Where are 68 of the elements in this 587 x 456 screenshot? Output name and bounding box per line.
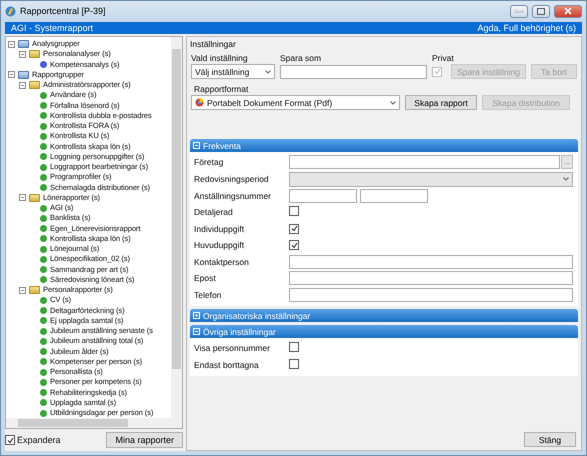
collapse-icon[interactable] (19, 82, 26, 89)
create-report-button[interactable]: Skapa rapport (405, 95, 477, 110)
minimize-button[interactable] (510, 4, 528, 18)
collapse-icon[interactable] (19, 50, 26, 58)
collapse-icon[interactable] (8, 71, 15, 78)
input-field[interactable] (289, 271, 573, 286)
save-as-field[interactable] (280, 64, 427, 78)
folder-icon (29, 81, 40, 90)
field-label: Endast borttagna (194, 360, 260, 370)
report-title: AGI - Systemrapport (11, 22, 94, 33)
field-label: Individuppgift (194, 224, 246, 234)
close-button[interactable] (554, 4, 582, 18)
field-label: Visa personnummer (194, 343, 271, 354)
caret-icon (390, 100, 396, 104)
field-label: Anställningsnummer (194, 190, 272, 201)
folder-icon (29, 50, 40, 58)
scrollbar[interactable] (171, 37, 182, 418)
field-label: Huvuduppgift (194, 240, 246, 250)
collapse-icon[interactable] (8, 40, 15, 48)
format-icon (195, 98, 204, 107)
caret-icon (265, 70, 271, 74)
checkbox[interactable] (5, 435, 15, 445)
folder-icon (29, 286, 40, 294)
scrollbar[interactable] (6, 418, 182, 428)
checkbox[interactable] (289, 342, 299, 352)
field-label: Privat (432, 53, 454, 63)
company-field[interactable] (289, 155, 560, 170)
close-icon (564, 7, 572, 16)
minimize-icon (515, 10, 523, 13)
input-field[interactable] (289, 188, 357, 203)
checkbox-label: Expandera (17, 435, 61, 445)
restore-button[interactable] (532, 4, 550, 18)
caret-icon (563, 177, 569, 181)
field-label: Vald inställning (191, 53, 249, 63)
field-label: Rapportformat (194, 84, 248, 94)
section-header[interactable]: Övriga inställningar (190, 325, 578, 338)
field-label: Kontaktperson (194, 256, 250, 267)
collapse-icon[interactable] (19, 194, 26, 202)
section-header[interactable]: Organisatoriska inställningar (190, 309, 578, 322)
field-label: Redovisningsperiod (194, 174, 270, 184)
field-label: Företag (194, 157, 224, 168)
close-dialog-button[interactable]: Stäng (524, 432, 576, 447)
my-reports-button[interactable]: Mina rapporter (106, 432, 183, 448)
checkbox[interactable] (289, 224, 299, 234)
restore-icon (537, 8, 545, 15)
input-field[interactable] (289, 254, 573, 269)
setting-dropdown[interactable]: Välj inställning (191, 64, 275, 79)
collapse-icon[interactable] (19, 286, 26, 294)
checkbox[interactable] (289, 206, 299, 216)
folder-icon (18, 70, 29, 79)
app-icon (5, 6, 16, 17)
expand-icon[interactable] (193, 312, 200, 319)
folder-icon (29, 194, 40, 202)
checkbox[interactable] (289, 358, 299, 369)
field-label: Spara som (280, 53, 322, 63)
input-field[interactable] (360, 188, 428, 203)
user-label: Agda, Full behörighet (s) (477, 22, 576, 33)
input-field[interactable] (289, 288, 573, 302)
window-title: Rapportcentral [P-39] (20, 6, 107, 16)
field-label: Telefon (194, 290, 222, 300)
checkbox[interactable] (289, 240, 299, 250)
field-label: Detaljerad (194, 207, 234, 218)
format-dropdown[interactable]: Portabelt Dokument Format (Pdf) (191, 95, 400, 110)
folder-icon (18, 40, 29, 48)
section-header[interactable]: Frekventa (190, 139, 578, 152)
report-icon (40, 61, 47, 68)
field-label: Epost (194, 273, 217, 284)
section-title: Inställningar (190, 39, 237, 49)
